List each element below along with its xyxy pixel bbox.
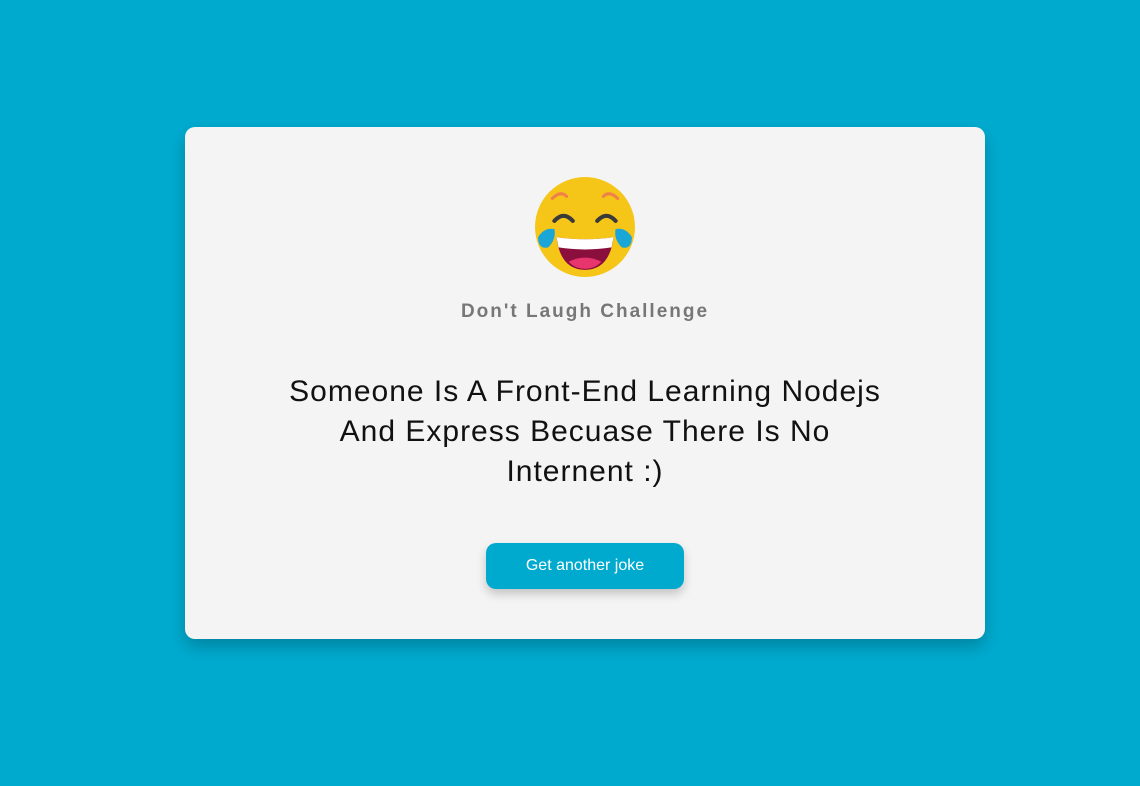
joke-text: Someone Is A Front-End Learning Nodejs A… — [289, 375, 881, 488]
joke-card: Don't Laugh Challenge Someone Is A Front… — [185, 127, 985, 639]
subtitle: Don't Laugh Challenge — [460, 301, 710, 322]
get-another-joke-button[interactable]: Get another joke — [486, 543, 684, 589]
face-with-tears-of-joy-icon — [535, 177, 635, 277]
